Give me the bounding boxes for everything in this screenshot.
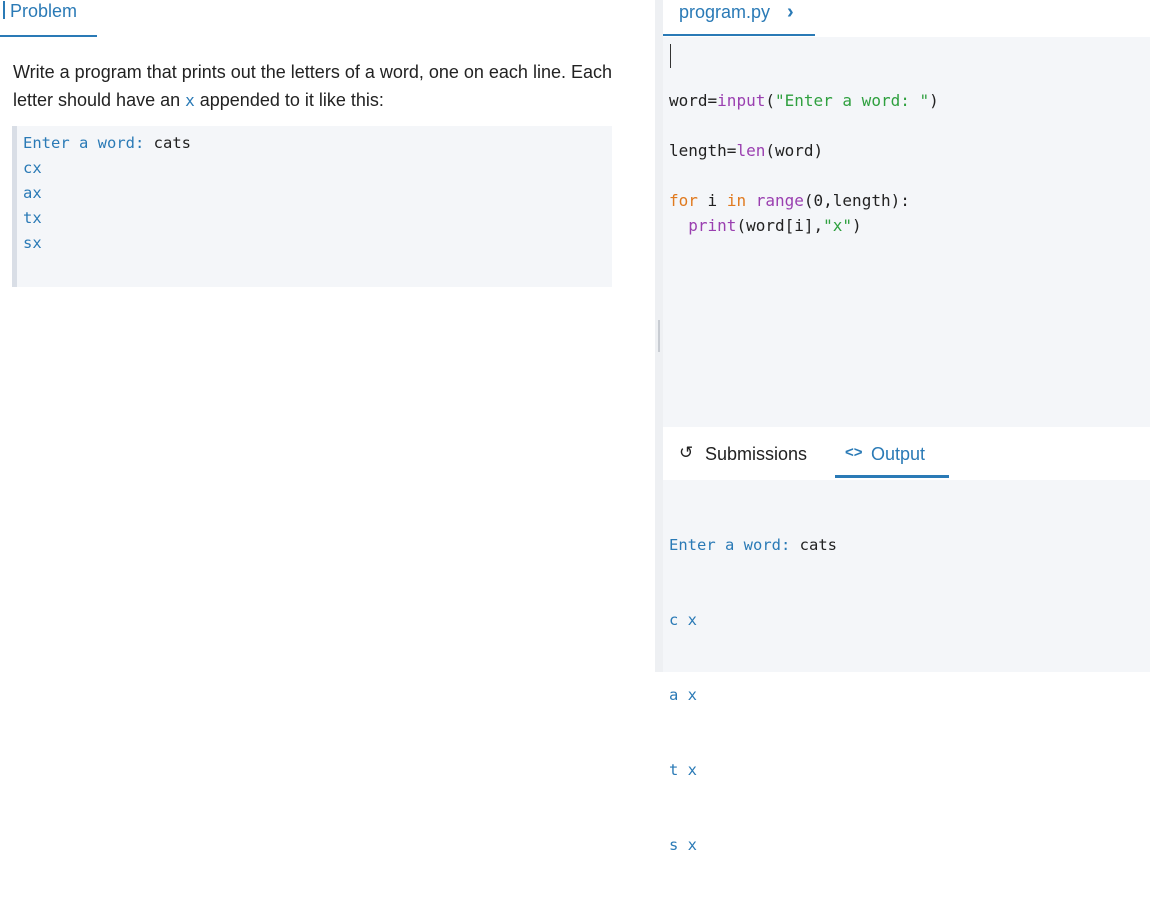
tab-program-file[interactable]: program.py › [663, 0, 815, 36]
output-line: c x [669, 611, 697, 629]
code-brackets-icon: <> [845, 444, 863, 461]
code-token: ( [765, 91, 775, 110]
tab-problem-label: Problem [10, 1, 78, 21]
output-prompt-line: Enter a word: cats [669, 533, 837, 558]
tab-submissions-label: Submissions [705, 444, 808, 464]
code-token: "Enter a word: " [774, 91, 930, 110]
code-token: ) [929, 91, 939, 110]
output-line: t x [669, 761, 697, 779]
bottom-tab-bar: ↺ Submissions <> Output [663, 434, 1150, 479]
example-line: tx [23, 209, 42, 227]
example-line: cx [23, 159, 42, 177]
example-prompt-line: Enter a word: cats [23, 131, 191, 156]
output-prompt: Enter a word: [669, 536, 800, 554]
problem-description: Write a program that prints out the lett… [13, 58, 613, 115]
code-token: len [736, 141, 766, 160]
code-token: i [697, 191, 727, 210]
code-editor[interactable]: word=input("Enter a word: ") length=len(… [663, 37, 1150, 427]
code-token: print [688, 216, 737, 235]
code-line-4: print(word[i],"x") [669, 216, 862, 235]
file-tab-label: program.py [679, 2, 771, 22]
output-input: cats [799, 536, 837, 554]
example-line: sx [23, 234, 42, 252]
description-text-2: appended to it like this: [194, 90, 384, 110]
code-token: (word) [765, 141, 824, 160]
code-token: (0,length): [803, 191, 910, 210]
problem-pane: Problem Write a program that prints out … [0, 0, 655, 672]
code-token: range [755, 191, 804, 210]
tab-problem[interactable]: Problem [0, 0, 97, 37]
code-token: "x" [823, 216, 853, 235]
output-line: a x [669, 686, 697, 704]
example-input: cats [153, 134, 191, 152]
code-token: for [669, 191, 698, 210]
code-line-1: word=input("Enter a word: ") [669, 91, 939, 110]
tab-output-label: Output [871, 444, 926, 464]
history-icon: ↺ [679, 443, 694, 462]
tab-indicator [3, 1, 5, 19]
chevron-right-icon[interactable]: › [787, 1, 794, 24]
example-prompt: Enter a word: [23, 134, 154, 152]
code-token: ) [852, 216, 862, 235]
divider-drag-handle[interactable] [658, 320, 660, 352]
code-token: input [717, 91, 766, 110]
code-line-2: length=len(word) [669, 141, 823, 160]
text-cursor [670, 44, 671, 68]
output-line: s x [669, 836, 697, 854]
tab-output[interactable]: <> Output [835, 434, 949, 478]
description-inline-code: x [185, 91, 195, 110]
output-console: Enter a word: cats c x a x t x s x [663, 480, 1150, 854]
code-line-3: for i in range(0,length): [669, 191, 910, 210]
example-output-block: Enter a word: cats cx ax tx sx [12, 126, 612, 287]
code-token: (word[i], [736, 216, 824, 235]
code-token: in [726, 191, 747, 210]
code-token: length= [669, 141, 737, 160]
example-line: ax [23, 184, 42, 202]
code-token: word= [669, 91, 718, 110]
